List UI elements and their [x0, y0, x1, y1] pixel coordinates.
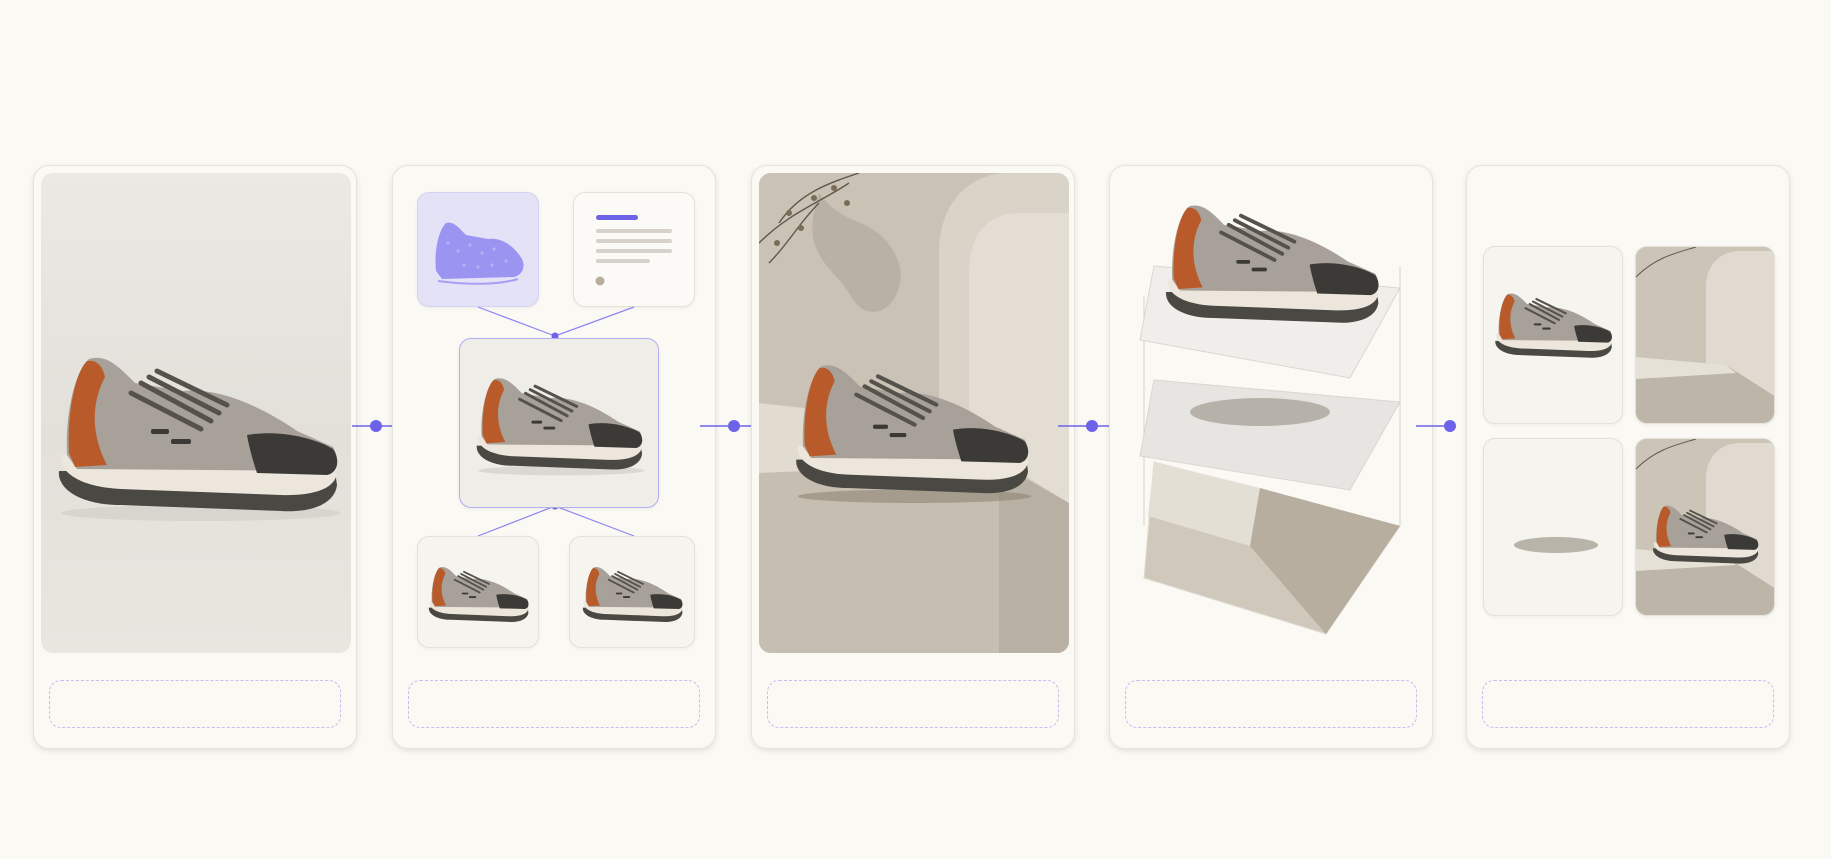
stage-caption-box: [408, 680, 700, 728]
stage-caption-box: [49, 680, 341, 728]
generated-scene: [759, 173, 1069, 653]
shoe-image: [581, 566, 684, 623]
stage-input-photo-card: [33, 165, 357, 749]
stage-scene-generation-card: [751, 165, 1075, 749]
shoe-image: [427, 566, 530, 623]
shoe-variant-tile: [569, 536, 695, 648]
selected-shoe-tile: [459, 338, 659, 508]
product-photo: [41, 173, 351, 653]
output-scene-tile: [1635, 246, 1775, 424]
stage-layer-decomposition-card: [1109, 165, 1433, 749]
shoe-image: [789, 353, 1032, 503]
output-shoe-tile: [1483, 246, 1623, 424]
stage-caption-box: [1125, 680, 1417, 728]
shoe-image: [51, 343, 341, 521]
arrow-right-icon: [1416, 420, 1456, 432]
shadow-image: [1514, 537, 1598, 553]
stage-caption-box: [767, 680, 1059, 728]
shoe-image: [1652, 504, 1760, 565]
stage-output-variants-card: [1466, 165, 1790, 749]
stage-caption-box: [1482, 680, 1774, 728]
shoe-image: [475, 376, 645, 476]
scene-backdrop: [1636, 247, 1774, 423]
output-shadow-tile: [1483, 438, 1623, 616]
shoe-image: [1164, 203, 1381, 325]
output-composite-tile: [1635, 438, 1775, 616]
shoe-variant-tile: [417, 536, 539, 648]
shoe-image: [1494, 292, 1613, 359]
stage-analysis-card: [392, 165, 716, 749]
